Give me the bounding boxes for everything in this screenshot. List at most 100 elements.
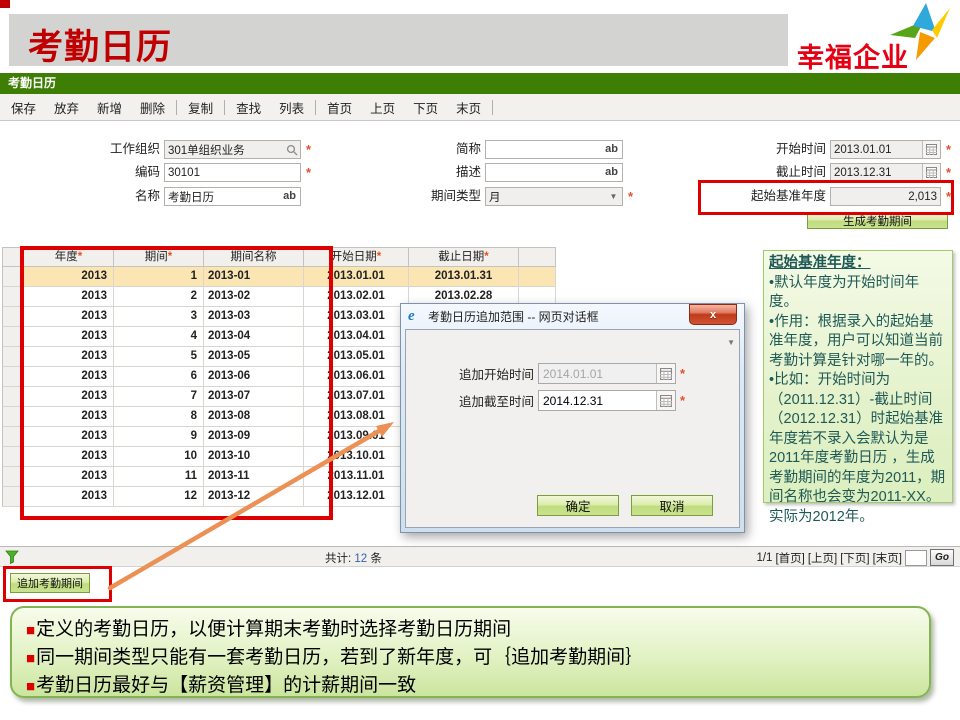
find-button[interactable]: 查找	[227, 98, 270, 117]
first-page-button[interactable]: 首页	[318, 98, 361, 117]
toolbar-separator	[224, 100, 225, 115]
table-cell: 2013.01.01	[304, 267, 409, 287]
next-page-button[interactable]: 下页	[404, 98, 447, 117]
table-cell: 4	[114, 327, 204, 347]
table-cell: 2013.10.01	[304, 447, 409, 467]
work-org-input[interactable]	[164, 140, 301, 159]
table-cell: 2013	[24, 307, 114, 327]
copy-button[interactable]: 复制	[179, 98, 222, 117]
end-time-input[interactable]	[830, 163, 941, 182]
row-selector[interactable]	[2, 387, 24, 407]
table-cell: 2013.06.01	[304, 367, 409, 387]
append-periods-button[interactable]: 追加考勤期间	[10, 573, 90, 593]
append-range-dialog: e 考勤日历追加范围 -- 网页对话框 x ▼ 追加开始时间2014.01.01…	[400, 303, 745, 533]
first-page-link[interactable]: [首页]	[775, 550, 804, 566]
filler-header	[519, 247, 556, 267]
calendar-icon[interactable]	[922, 164, 940, 181]
scrollbar-arrow-icon[interactable]: ▼	[727, 338, 735, 347]
row-selector[interactable]	[2, 367, 24, 387]
filter-funnel-icon[interactable]	[5, 550, 19, 567]
base-year-note-panel: 起始基准年度：•默认年度为开始时间年度。•作用：根据录入的起始基准年度，用户可以…	[763, 250, 953, 503]
column-header[interactable]: 开始日期*	[304, 247, 409, 267]
table-cell: 2013-12	[204, 487, 304, 507]
ok-button[interactable]: 确定	[537, 495, 619, 516]
row-selector[interactable]	[2, 327, 24, 347]
table-cell: 2013.08.01	[304, 407, 409, 427]
last-page-button[interactable]: 末页	[447, 98, 490, 117]
dialog-title: 考勤日历追加范围 -- 网页对话框	[428, 308, 599, 325]
list-button[interactable]: 列表	[270, 98, 313, 117]
save-button[interactable]: 保存	[2, 98, 45, 117]
record-count: 共计: 12 条	[325, 550, 382, 566]
calendar-icon[interactable]	[922, 141, 940, 158]
base-year-required: *	[946, 187, 951, 206]
bullet-square-icon: ■	[26, 678, 35, 695]
short-name-input[interactable]: ab	[485, 140, 623, 159]
column-header[interactable]: 截止日期*	[409, 247, 519, 267]
period-type-select[interactable]: ▼	[485, 187, 623, 206]
cancel-button[interactable]: 取消	[631, 495, 713, 516]
search-icon[interactable]	[283, 141, 300, 158]
calendar-icon[interactable]	[656, 391, 675, 410]
table-cell: 2013	[24, 487, 114, 507]
row-selector[interactable]	[2, 427, 24, 447]
row-selector[interactable]	[2, 267, 24, 287]
table-cell: 11	[114, 467, 204, 487]
table-cell: 5	[114, 347, 204, 367]
ie-browser-icon: e	[408, 309, 423, 324]
row-selector[interactable]	[2, 287, 24, 307]
row-selector[interactable]	[2, 487, 24, 507]
table-cell: 2013.02.01	[304, 287, 409, 307]
close-icon[interactable]: x	[689, 304, 737, 325]
add-button[interactable]: 新增	[88, 98, 131, 117]
name-input[interactable]: ab	[164, 187, 301, 206]
table-cell: 2013-09	[204, 427, 304, 447]
toolbar-separator	[492, 100, 493, 115]
bullet-square-icon: ■	[26, 650, 35, 667]
generate-periods-button[interactable]: 生成考勤期间	[807, 212, 948, 229]
table-header-row: 年度*期间*期间名称开始日期*截止日期*	[2, 247, 556, 267]
go-button[interactable]: Go	[930, 549, 954, 566]
chevron-down-icon[interactable]: ▼	[605, 188, 622, 205]
table-cell: 2013	[24, 427, 114, 447]
table-cell: 2013.07.01	[304, 387, 409, 407]
table-cell: 2013-10	[204, 447, 304, 467]
table-cell: 10	[114, 447, 204, 467]
prev-page-link[interactable]: [上页]	[808, 550, 837, 566]
row-selector[interactable]	[2, 447, 24, 467]
code-input[interactable]	[164, 163, 301, 182]
delete-button[interactable]: 删除	[131, 98, 174, 117]
row-selector[interactable]	[2, 307, 24, 327]
table-cell: 2013	[24, 407, 114, 427]
note-line: •默认年度为开始时间年度。	[769, 274, 947, 313]
row-selector[interactable]	[2, 347, 24, 367]
toolbar: 保存放弃新增删除复制查找列表首页上页下页末页	[0, 94, 960, 121]
table-cell: 2013	[24, 287, 114, 307]
grid-status-bar: 共计: 12 条 1/1[首页][上页][下页][末页]Go	[0, 546, 960, 567]
start-time-label: 开始时间	[716, 140, 826, 159]
next-page-link[interactable]: [下页]	[840, 550, 869, 566]
discard-button[interactable]: 放弃	[45, 98, 88, 117]
prev-page-button[interactable]: 上页	[361, 98, 404, 117]
dialog-date-input[interactable]: 2014.12.31	[538, 390, 676, 411]
table-cell: 2013	[24, 267, 114, 287]
goto-page-input[interactable]	[905, 550, 927, 566]
column-header[interactable]: 期间*	[114, 247, 204, 267]
description-input[interactable]: ab	[485, 163, 623, 182]
column-header[interactable]: 年度*	[24, 247, 114, 267]
row-selector[interactable]	[2, 407, 24, 427]
base-year-input[interactable]	[830, 187, 941, 206]
last-page-link[interactable]: [末页]	[873, 550, 902, 566]
column-header[interactable]: 期间名称	[204, 247, 304, 267]
summary-bullet-line: ■考勤日历最好与【薪资管理】的计薪期间一致	[26, 672, 915, 700]
dialog-field-required: *	[680, 393, 685, 408]
table-row[interactable]: 201312013-012013.01.012013.01.31	[2, 267, 556, 287]
start-time-input[interactable]	[830, 140, 941, 159]
code-required: *	[306, 163, 311, 182]
dialog-title-bar: e 考勤日历追加范围 -- 网页对话框 x	[405, 304, 740, 329]
table-cell: 7	[114, 387, 204, 407]
calendar-icon[interactable]	[656, 364, 675, 383]
code-label: 编码	[50, 163, 160, 182]
base-year-label: 起始基准年度	[716, 187, 826, 206]
row-selector[interactable]	[2, 467, 24, 487]
